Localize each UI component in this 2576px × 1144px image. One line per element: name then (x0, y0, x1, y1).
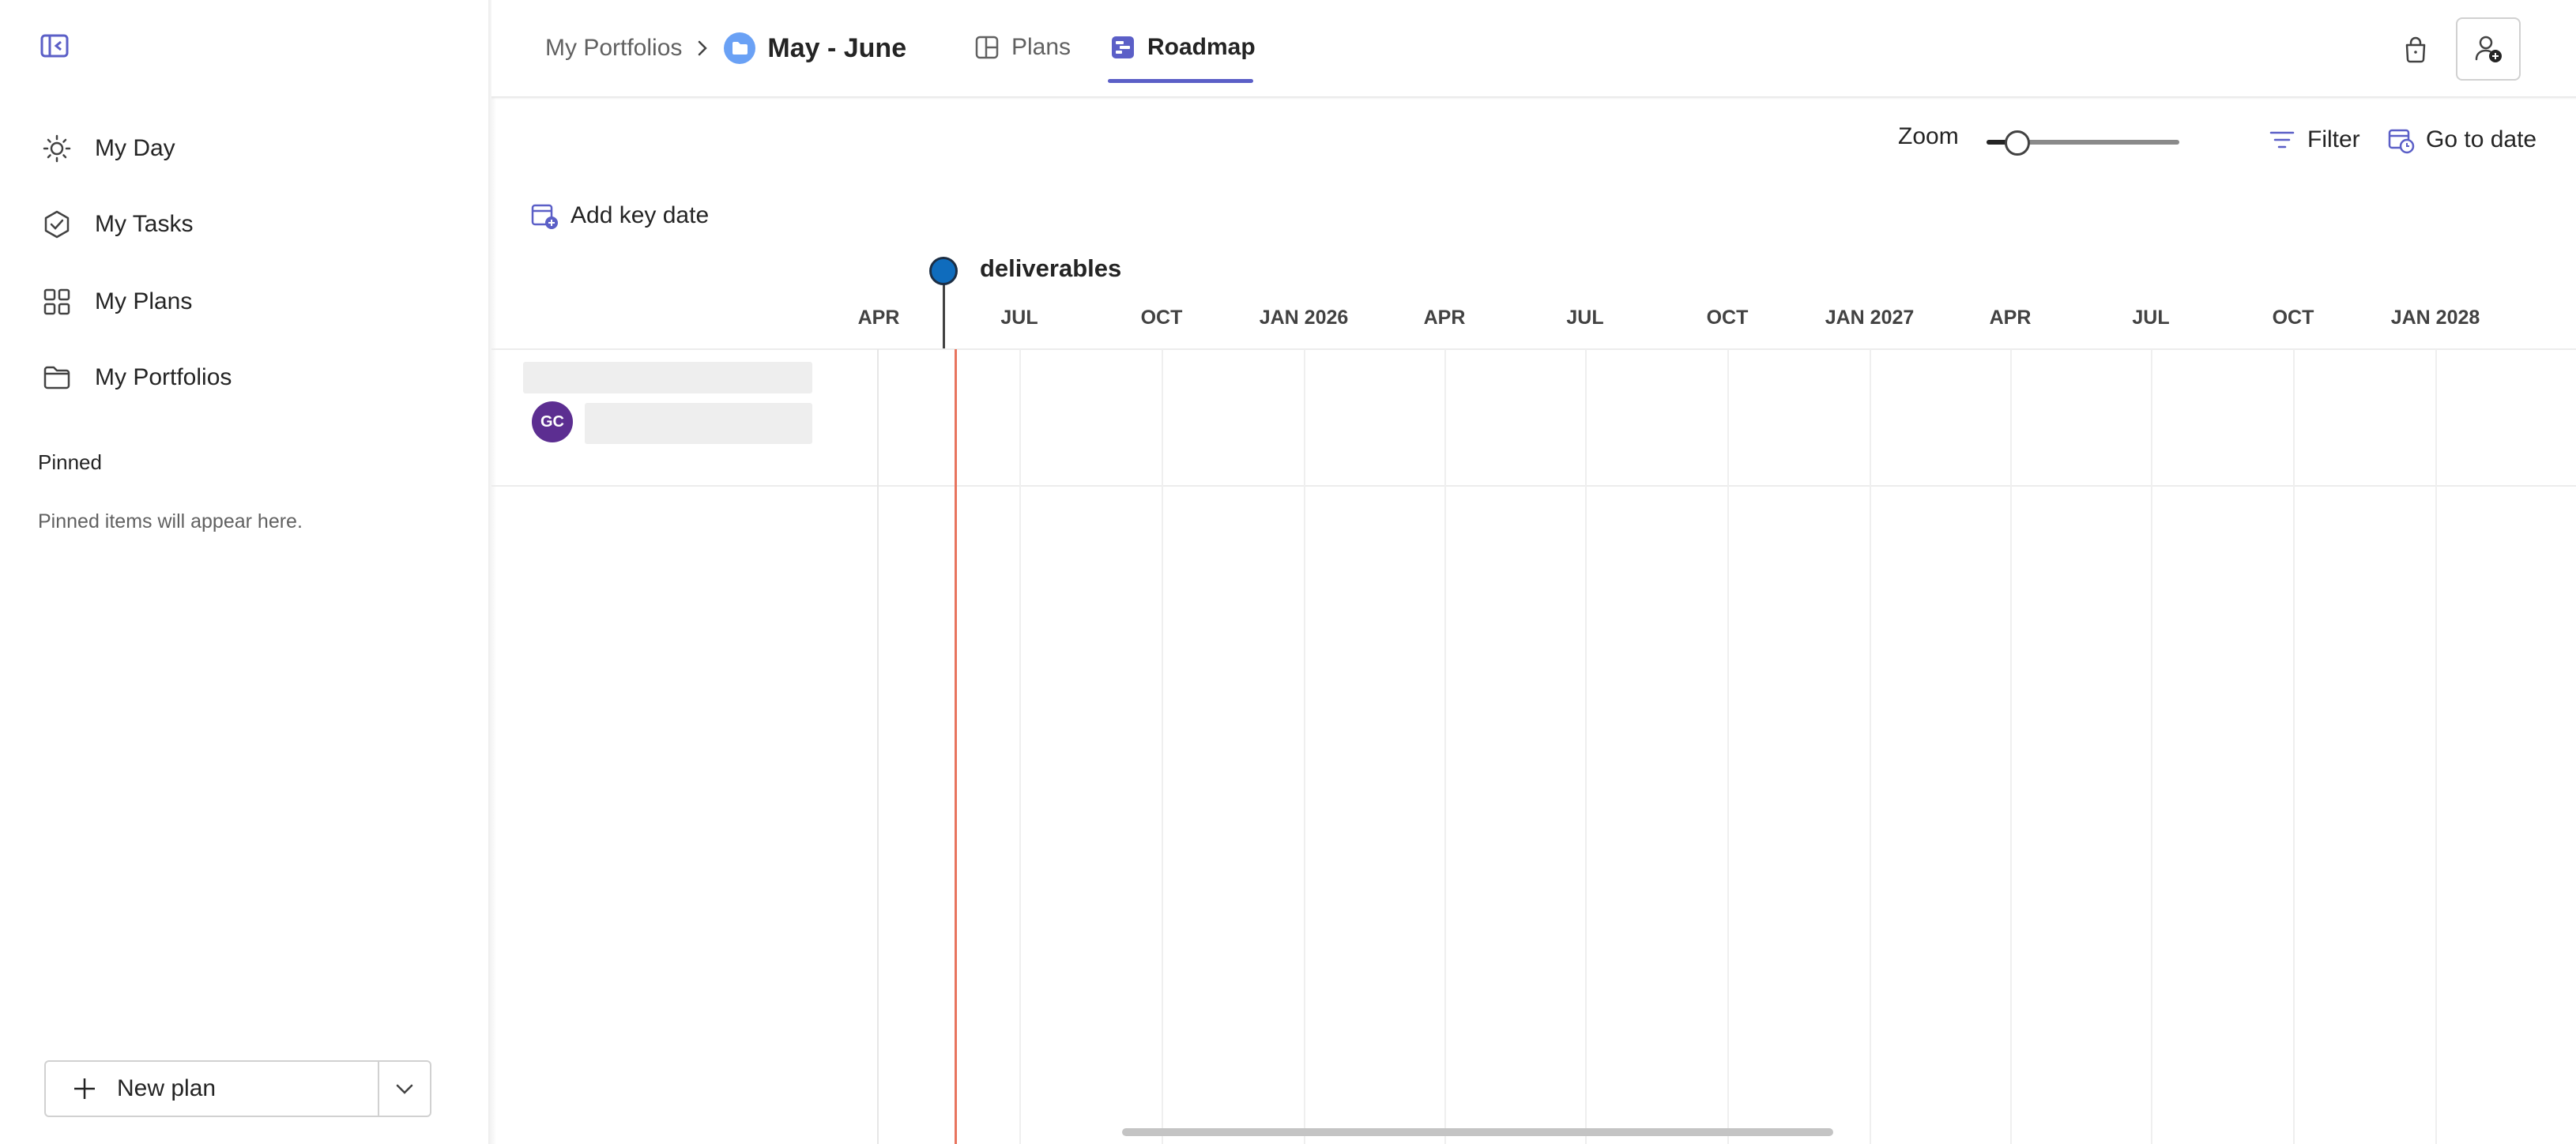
chevron-down-icon (394, 1078, 416, 1100)
plus-icon (71, 1075, 98, 1102)
sidebar-item-my-tasks[interactable]: My Tasks (41, 201, 193, 248)
collapse-sidebar-icon[interactable] (40, 32, 71, 60)
grid-line (1444, 349, 1446, 1144)
grid-line (1727, 349, 1729, 1144)
horizontal-scrollbar[interactable] (1122, 1128, 1833, 1136)
key-date-stem (943, 278, 945, 349)
timeline-tick: OCT (1140, 307, 1183, 329)
header-divider (491, 96, 2576, 100)
portfolio-title: May - June (767, 32, 907, 63)
new-plan-label: New plan (117, 1075, 217, 1101)
grid-line (1870, 349, 1871, 1144)
chevron-right-icon (695, 38, 710, 58)
breadcrumb-my-portfolios[interactable]: My Portfolios (545, 35, 682, 62)
timeline-tick: JUL (1000, 307, 1038, 329)
sidebar-item-my-plans[interactable]: My Plans (41, 278, 192, 326)
timeline-tick: JAN 2028 (2390, 307, 2480, 329)
timeline-tick: JAN 2026 (1259, 307, 1349, 329)
timeline-tick: APR (857, 307, 900, 329)
share-button[interactable] (2456, 17, 2521, 81)
row-label-column-divider (877, 349, 879, 1144)
timeline-tick: JUL (2132, 307, 2170, 329)
timeline-tick: JUL (1566, 307, 1604, 329)
portfolio-icon (723, 32, 756, 65)
calendar-clock-icon (2386, 126, 2415, 154)
store-button[interactable] (2397, 32, 2434, 68)
tab-plans[interactable]: Plans (974, 27, 1071, 68)
timeline-tick: OCT (2272, 307, 2314, 329)
pinned-empty-text: Pinned items will appear here. (38, 510, 303, 532)
grid-line (2435, 349, 2437, 1144)
go-to-date-label: Go to date (2426, 126, 2537, 152)
today-line (955, 349, 957, 1144)
timeline-tick: OCT (1706, 307, 1749, 329)
filter-label: Filter (2307, 126, 2360, 152)
breadcrumb: My Portfolios May - June (545, 28, 906, 68)
person-add-icon (2472, 33, 2504, 65)
sidebar-item-my-day[interactable]: My Day (41, 125, 175, 172)
row-divider (491, 485, 2576, 487)
zoom-slider[interactable] (1987, 126, 2179, 158)
add-key-date-button[interactable]: Add key date (529, 198, 709, 234)
sidebar-item-my-portfolios[interactable]: My Portfolios (41, 354, 232, 401)
timeline-tick: JAN 2027 (1825, 307, 1915, 329)
timeline-header-divider (491, 348, 2576, 350)
task-check-icon (41, 209, 73, 240)
sidebar-item-label: My Day (95, 135, 175, 161)
grid-line (2293, 349, 2295, 1144)
sidebar-item-label: My Portfolios (95, 364, 232, 390)
grid-line (2151, 349, 2152, 1144)
grid-line (1304, 349, 1305, 1144)
board-icon (974, 34, 1000, 61)
filter-button[interactable]: Filter (2268, 122, 2360, 158)
tab-label: Plans (1011, 34, 1071, 60)
grid-line (1162, 349, 1163, 1144)
grid-line (1019, 349, 1021, 1144)
tab-roadmap[interactable]: Roadmap (1109, 27, 1256, 68)
new-plan-split-button: New plan (44, 1060, 431, 1117)
active-tab-indicator (1108, 79, 1253, 83)
filter-icon (2268, 126, 2296, 154)
calendar-add-icon (529, 201, 559, 231)
loading-placeholder-name (585, 403, 812, 444)
sun-icon (41, 133, 73, 164)
shopping-bag-icon (2401, 36, 2430, 64)
tab-label: Roadmap (1147, 34, 1256, 60)
go-to-date-button[interactable]: Go to date (2386, 122, 2536, 158)
sidebar-item-label: My Tasks (95, 211, 194, 237)
pinned-title: Pinned (38, 450, 102, 474)
grid-line (1585, 349, 1587, 1144)
sidebar: My Day My Tasks My Plans My Portfolios P… (0, 0, 488, 1144)
new-plan-button[interactable]: New plan (46, 1062, 378, 1116)
timeline-tick: APR (1989, 307, 2032, 329)
avatar: GC (532, 401, 573, 442)
add-key-date-label: Add key date (571, 202, 710, 228)
zoom-label: Zoom (1898, 123, 1959, 149)
sidebar-shadow (488, 0, 496, 1144)
loading-placeholder-title (523, 362, 812, 393)
roadmap-icon (1109, 34, 1136, 61)
folder-icon (41, 362, 73, 393)
timeline-tick: APR (1423, 307, 1466, 329)
grid-line (2010, 349, 2012, 1144)
new-plan-dropdown-button[interactable] (378, 1062, 430, 1116)
key-date-label: deliverables (980, 254, 1122, 282)
key-date-marker[interactable] (929, 257, 958, 285)
grid-icon (41, 286, 73, 318)
zoom-slider-thumb[interactable] (2005, 130, 2030, 156)
sidebar-item-label: My Plans (95, 288, 193, 314)
